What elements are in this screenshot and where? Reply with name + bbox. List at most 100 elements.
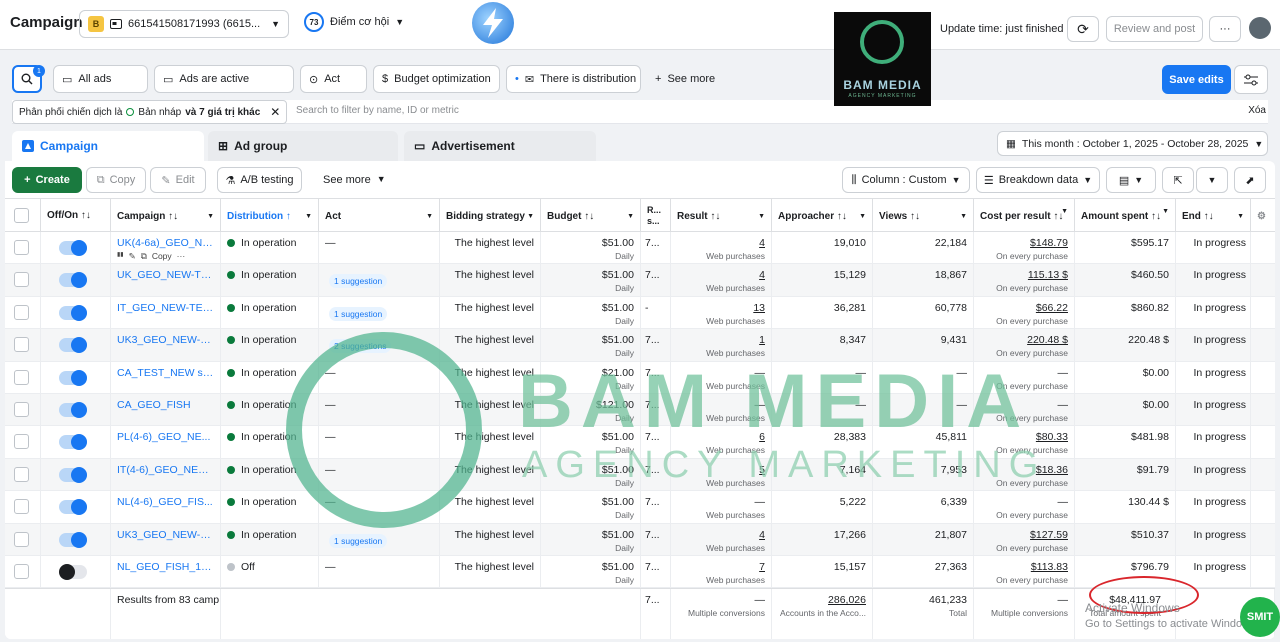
- header-budget[interactable]: Budget ↑↓ ▼: [541, 199, 641, 233]
- chip-ads-active[interactable]: ▭ Ads are active: [154, 65, 294, 93]
- header-result[interactable]: Result ↑↓ ▼: [671, 199, 772, 233]
- close-icon[interactable]: ✕: [270, 105, 280, 119]
- cpr-value[interactable]: $66.22: [1036, 302, 1068, 314]
- cpr-value[interactable]: $80.33: [1036, 431, 1068, 443]
- campaign-name-link[interactable]: CA_TEST_NEW str...: [117, 367, 215, 379]
- table-row[interactable]: UK3_GEO_NEW-TE... In operation 1 suggestio…: [5, 523, 1275, 556]
- tab-campaign[interactable]: Campaign: [12, 131, 204, 161]
- on-off-toggle[interactable]: [59, 466, 87, 483]
- cpr-value[interactable]: 115.13 $: [1028, 269, 1068, 281]
- table-row[interactable]: NL(4-6)_GEO_FIS... In operation — The highe…: [5, 491, 1275, 524]
- see-more-filters[interactable]: + See more: [655, 73, 715, 85]
- result-value[interactable]: 13: [753, 302, 765, 314]
- date-range-picker[interactable]: ▦ This month : October 1, 2025 - October…: [997, 131, 1268, 156]
- refresh-button[interactable]: ⟳: [1067, 16, 1099, 42]
- budget-value[interactable]: $51.00: [602, 334, 634, 346]
- header-onoff[interactable]: Off/On ↑↓: [41, 199, 111, 233]
- suggestion-badge[interactable]: 1 suggestion: [329, 533, 388, 548]
- more-icon[interactable]: ···: [177, 251, 186, 262]
- cpr-value[interactable]: $127.59: [1030, 529, 1068, 541]
- column-selector[interactable]: ⫼ Column : Custom ▼: [842, 167, 970, 193]
- active-filter-pill[interactable]: Phân phối chiến dịch là Bản nháp và 7 gi…: [12, 100, 288, 124]
- pencil-icon[interactable]: ✎: [129, 251, 136, 262]
- header-spent[interactable]: Amount spent ↑↓ ▼: [1075, 199, 1176, 233]
- campaign-name-link[interactable]: IT(4-6)_GEO_NEW-...: [117, 464, 215, 476]
- edit-button[interactable]: ✎ Edit: [150, 167, 206, 193]
- budget-value[interactable]: $51.00: [602, 529, 634, 541]
- row-checkbox[interactable]: [14, 272, 29, 288]
- on-off-toggle[interactable]: [59, 434, 87, 451]
- smit-chat-button[interactable]: SMIT: [1240, 597, 1280, 637]
- account-selector[interactable]: B 661541508171993 (6615... ▼: [79, 10, 289, 38]
- campaign-name-link[interactable]: PL(4-6)_GEO_NE...: [117, 431, 215, 443]
- table-row[interactable]: UK3_GEO_NEW-TE... In operation 2 suggestio…: [5, 329, 1275, 362]
- row-copy-button[interactable]: Copy: [152, 251, 172, 262]
- table-row[interactable]: IT(4-6)_GEO_NEW-... In operation — The high…: [5, 458, 1275, 492]
- chip-all-ads[interactable]: ▭ All ads: [53, 65, 148, 93]
- on-off-toggle[interactable]: [59, 402, 87, 418]
- row-checkbox[interactable]: [14, 531, 29, 547]
- on-off-toggle[interactable]: [59, 337, 87, 354]
- header-approacher[interactable]: Approacher ↑↓ ▼: [772, 199, 873, 233]
- row-checkbox[interactable]: [14, 369, 29, 385]
- campaign-name-link[interactable]: UK_GEO_NEW-TE...: [117, 269, 215, 281]
- table-row[interactable]: CA_GEO_FISH In operation — The highest leve…: [5, 394, 1275, 427]
- export-dropdown[interactable]: ▼: [1196, 167, 1228, 193]
- result-value[interactable]: 7: [759, 561, 765, 573]
- cpr-value[interactable]: 220.48 $: [1027, 334, 1068, 346]
- row-checkbox[interactable]: [14, 337, 29, 353]
- row-checkbox[interactable]: [14, 434, 29, 450]
- suggestion-badge[interactable]: 1 suggestion: [329, 306, 388, 321]
- budget-value[interactable]: $51.00: [602, 431, 634, 443]
- budget-value[interactable]: $51.00: [602, 302, 634, 314]
- result-value[interactable]: 6: [759, 431, 765, 443]
- cpr-value[interactable]: —: [1058, 399, 1069, 411]
- tab-advertisement[interactable]: ▭ Advertisement: [404, 131, 596, 161]
- result-value[interactable]: 4: [759, 237, 765, 249]
- result-value[interactable]: 4: [759, 529, 765, 541]
- export-button[interactable]: ⇱: [1162, 167, 1194, 193]
- create-button[interactable]: + Create: [12, 167, 82, 193]
- result-value[interactable]: —: [755, 496, 766, 508]
- suggestion-badge[interactable]: 2 suggestions: [329, 339, 392, 354]
- review-and-post-button[interactable]: Review and post: [1106, 16, 1203, 42]
- table-row[interactable]: IT_GEO_NEW-TEC... In operation 1 suggestio…: [5, 296, 1275, 330]
- on-off-toggle[interactable]: [59, 272, 87, 289]
- row-checkbox[interactable]: [14, 402, 29, 417]
- cpr-value[interactable]: —: [1058, 496, 1069, 508]
- table-row[interactable]: CA_TEST_NEW str... In operation — The highe…: [5, 361, 1275, 394]
- result-value[interactable]: —: [755, 367, 766, 379]
- search-input[interactable]: Search to filter by name, ID or metric: [296, 105, 459, 116]
- on-off-toggle[interactable]: [59, 564, 87, 580]
- cpr-value[interactable]: $148.79: [1030, 237, 1068, 249]
- header-views[interactable]: Views ↑↓ ▼: [873, 199, 974, 233]
- cpr-value[interactable]: —: [1058, 367, 1069, 379]
- campaign-name-link[interactable]: UK3_GEO_NEW-TE...: [117, 529, 215, 541]
- budget-value[interactable]: $51.00: [602, 269, 634, 281]
- header-act[interactable]: Act ▼: [319, 199, 440, 233]
- header-rs[interactable]: R... s...: [641, 199, 671, 233]
- settings-button[interactable]: [1234, 65, 1268, 94]
- result-value[interactable]: 1: [759, 334, 765, 346]
- ab-testing-button[interactable]: ⚗ A/B testing: [217, 167, 302, 193]
- table-row[interactable]: PL(4-6)_GEO_NE... In operation — The highes…: [5, 426, 1275, 459]
- result-value[interactable]: 5: [759, 464, 765, 476]
- chart-icon[interactable]: ▮▮: [117, 251, 124, 262]
- cpr-value[interactable]: $113.83: [1031, 561, 1068, 573]
- row-checkbox[interactable]: [14, 240, 29, 255]
- campaign-name-link[interactable]: CA_GEO_FISH: [117, 399, 215, 411]
- campaign-name-link[interactable]: NL_GEO_FISH_16.10: [117, 561, 215, 573]
- on-off-toggle[interactable]: [59, 240, 87, 256]
- chip-act[interactable]: ⊙ Act: [300, 65, 367, 93]
- select-all-checkbox[interactable]: [14, 208, 29, 223]
- cpr-value[interactable]: $18.36: [1036, 464, 1068, 476]
- result-value[interactable]: 4: [759, 269, 765, 281]
- on-off-toggle[interactable]: [59, 304, 87, 321]
- campaign-name-link[interactable]: IT_GEO_NEW-TEC...: [117, 302, 215, 314]
- row-checkbox[interactable]: [14, 564, 29, 579]
- row-checkbox[interactable]: [14, 466, 29, 482]
- suggestion-badge[interactable]: 1 suggestion: [329, 274, 388, 289]
- see-more-actions[interactable]: See more ▼: [323, 174, 386, 186]
- chart-button[interactable]: ⬈: [1234, 167, 1266, 193]
- chip-distribution[interactable]: • ✉ There is distribution: [506, 65, 641, 93]
